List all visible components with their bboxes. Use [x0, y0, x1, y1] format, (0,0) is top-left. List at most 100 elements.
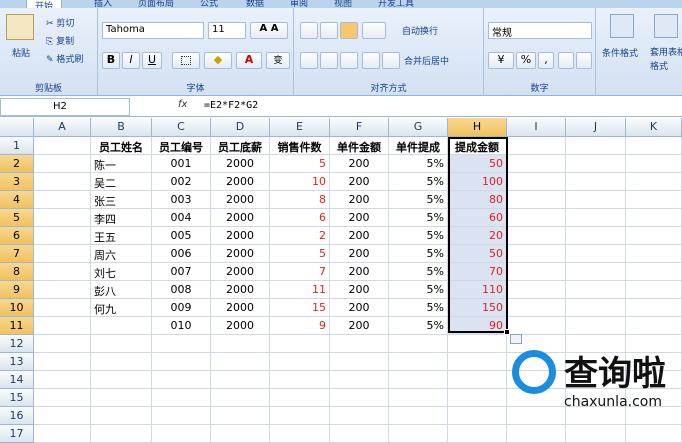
decrease-indent-button[interactable] — [362, 52, 380, 69]
tab-view[interactable]: 视图 — [334, 0, 352, 8]
cell-H11[interactable]: 90 — [448, 317, 507, 335]
cell-D7[interactable]: 2000 — [211, 245, 270, 263]
column-header-D[interactable]: D — [211, 118, 270, 137]
cell-H3[interactable]: 100 — [448, 173, 507, 191]
cell-G3[interactable]: 5% — [389, 173, 448, 191]
cell-K10[interactable] — [626, 299, 682, 317]
orientation-button[interactable] — [362, 22, 386, 39]
cell-F2[interactable]: 200 — [330, 155, 389, 173]
cell-A10[interactable] — [34, 299, 91, 317]
cell-J11[interactable] — [566, 317, 626, 335]
column-header-J[interactable]: J — [566, 118, 626, 137]
cell-H9[interactable]: 110 — [448, 281, 507, 299]
comma-button[interactable]: , — [538, 52, 554, 69]
cell-I9[interactable] — [507, 281, 566, 299]
cell-E11[interactable]: 9 — [270, 317, 330, 335]
cell-J7[interactable] — [566, 245, 626, 263]
cell-D9[interactable]: 2000 — [211, 281, 270, 299]
cell-K8[interactable] — [626, 263, 682, 281]
italic-button[interactable]: I — [122, 52, 140, 69]
tab-formulas[interactable]: 公式 — [200, 0, 218, 8]
cell-E10[interactable]: 15 — [270, 299, 330, 317]
row-header-4[interactable]: 4 — [0, 191, 34, 209]
cell-D13[interactable] — [211, 353, 270, 371]
cell-D12[interactable] — [211, 335, 270, 353]
copy-button[interactable]: ⎘ 复制 — [46, 34, 74, 47]
merge-center-button[interactable]: 合并后居中 — [404, 54, 449, 67]
cell-G12[interactable] — [389, 335, 448, 353]
column-header-H[interactable]: H — [448, 118, 507, 137]
cell-G13[interactable] — [389, 353, 448, 371]
cell-J8[interactable] — [566, 263, 626, 281]
cell-B9[interactable]: 彭八 — [91, 281, 152, 299]
column-header-A[interactable]: A — [34, 118, 91, 137]
cell-I11[interactable] — [507, 317, 566, 335]
cell-F1[interactable]: 单件金额 — [330, 137, 389, 155]
cell-E9[interactable]: 11 — [270, 281, 330, 299]
cell-E3[interactable]: 10 — [270, 173, 330, 191]
cell-H16[interactable] — [448, 407, 507, 425]
cell-C10[interactable]: 009 — [152, 299, 211, 317]
cell-C4[interactable]: 003 — [152, 191, 211, 209]
cell-A15[interactable] — [34, 389, 91, 407]
cell-F5[interactable]: 200 — [330, 209, 389, 227]
cell-B7[interactable]: 周六 — [91, 245, 152, 263]
cell-G10[interactable]: 5% — [389, 299, 448, 317]
cell-I4[interactable] — [507, 191, 566, 209]
row-header-9[interactable]: 9 — [0, 281, 34, 299]
cell-H12[interactable] — [448, 335, 507, 353]
paste-icon[interactable] — [6, 14, 34, 40]
cell-J5[interactable] — [566, 209, 626, 227]
tab-insert[interactable]: 插入 — [94, 0, 112, 8]
cell-F12[interactable] — [330, 335, 389, 353]
formula-input[interactable]: =E2*F2*G2 — [204, 100, 258, 111]
cell-E4[interactable]: 8 — [270, 191, 330, 209]
cell-E2[interactable]: 5 — [270, 155, 330, 173]
cell-K4[interactable] — [626, 191, 682, 209]
cell-I7[interactable] — [507, 245, 566, 263]
row-header-1[interactable]: 1 — [0, 137, 34, 155]
cell-C15[interactable] — [152, 389, 211, 407]
column-header-I[interactable]: I — [507, 118, 566, 137]
cell-C6[interactable]: 005 — [152, 227, 211, 245]
row-header-5[interactable]: 5 — [0, 209, 34, 227]
row-header-8[interactable]: 8 — [0, 263, 34, 281]
row-header-14[interactable]: 14 — [0, 371, 34, 389]
align-bottom-button[interactable] — [340, 22, 358, 39]
cell-D2[interactable]: 2000 — [211, 155, 270, 173]
cell-K7[interactable] — [626, 245, 682, 263]
cell-I1[interactable] — [507, 137, 566, 155]
cell-F7[interactable]: 200 — [330, 245, 389, 263]
cell-F6[interactable]: 200 — [330, 227, 389, 245]
row-header-15[interactable]: 15 — [0, 389, 34, 407]
align-left-button[interactable] — [300, 52, 318, 69]
cell-E12[interactable] — [270, 335, 330, 353]
cell-I2[interactable] — [507, 155, 566, 173]
cell-K5[interactable] — [626, 209, 682, 227]
cell-D16[interactable] — [211, 407, 270, 425]
cell-C8[interactable]: 007 — [152, 263, 211, 281]
tab-home[interactable]: 开始 — [26, 0, 63, 8]
cell-F8[interactable]: 200 — [330, 263, 389, 281]
table-format-icon[interactable] — [654, 14, 678, 38]
currency-button[interactable]: ¥ — [488, 52, 514, 69]
cell-C9[interactable]: 008 — [152, 281, 211, 299]
cell-C2[interactable]: 001 — [152, 155, 211, 173]
cell-E7[interactable]: 5 — [270, 245, 330, 263]
cell-I10[interactable] — [507, 299, 566, 317]
row-header-2[interactable]: 2 — [0, 155, 34, 173]
cell-D10[interactable]: 2000 — [211, 299, 270, 317]
font-size-select[interactable]: 11 — [208, 22, 246, 39]
cell-A14[interactable] — [34, 371, 91, 389]
cell-F9[interactable]: 200 — [330, 281, 389, 299]
row-header-16[interactable]: 16 — [0, 407, 34, 425]
cell-J3[interactable] — [566, 173, 626, 191]
decrease-decimal-button[interactable] — [576, 52, 592, 69]
cell-B13[interactable] — [91, 353, 152, 371]
cell-H7[interactable]: 50 — [448, 245, 507, 263]
cell-I3[interactable] — [507, 173, 566, 191]
underline-button[interactable]: U — [142, 52, 162, 69]
cell-G7[interactable]: 5% — [389, 245, 448, 263]
cell-K3[interactable] — [626, 173, 682, 191]
cell-B10[interactable]: 何九 — [91, 299, 152, 317]
